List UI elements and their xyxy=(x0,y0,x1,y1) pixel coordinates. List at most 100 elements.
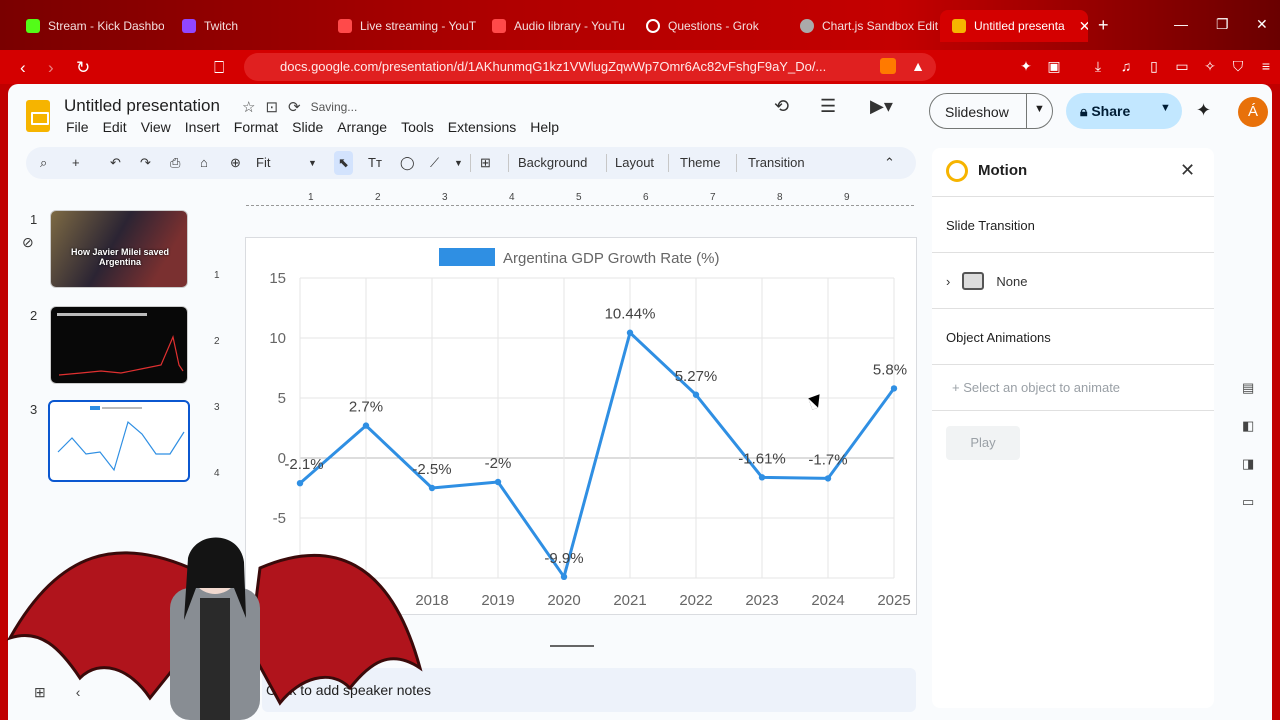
notes-resize-handle[interactable] xyxy=(550,645,594,647)
menu-format[interactable]: Format xyxy=(234,119,278,135)
share-dropdown-icon[interactable]: ▼ xyxy=(1160,102,1171,114)
youtube-icon xyxy=(338,19,352,33)
forward-icon[interactable]: › xyxy=(48,58,54,78)
ruler-tick: 3 xyxy=(214,402,220,413)
play-button[interactable]: Play xyxy=(946,426,1020,460)
tab-youtube-live[interactable]: Live streaming - YouT xyxy=(326,10,476,42)
avatar[interactable]: Á xyxy=(1238,97,1268,127)
tab-twitch[interactable]: Twitch xyxy=(170,10,320,42)
data-label: -1.61% xyxy=(738,450,786,467)
slide-thumbnail-1[interactable]: How Javier Milei saved Argentina xyxy=(50,210,188,288)
version-history-icon[interactable]: ⟲ xyxy=(774,96,789,117)
add-animation-button[interactable]: + Select an object to animate xyxy=(952,380,1120,395)
text-box-icon[interactable]: Tт xyxy=(368,155,382,170)
menu-help[interactable]: Help xyxy=(530,119,559,135)
undo-icon[interactable]: ↶ xyxy=(110,155,121,171)
vpn-icon[interactable]: ⛉ xyxy=(1230,58,1246,74)
menu-tools[interactable]: Tools xyxy=(401,119,434,135)
move-folder-icon[interactable]: ⊡ xyxy=(265,98,278,116)
link-icon: ⊘ xyxy=(22,234,34,250)
brave-shield-icon[interactable] xyxy=(880,58,896,74)
slides-logo-icon[interactable] xyxy=(26,100,50,132)
rewards-icon[interactable]: ▲ xyxy=(910,58,926,74)
background-button[interactable]: Background xyxy=(518,155,587,170)
back-icon[interactable]: ‹ xyxy=(20,58,26,78)
search-menus-icon[interactable]: ⌕ xyxy=(40,155,47,171)
select-tool-icon[interactable]: ⬉ xyxy=(334,151,353,175)
collapse-toolbar-icon[interactable]: ⌃ xyxy=(884,155,895,171)
layout-button[interactable]: Layout xyxy=(615,155,654,170)
data-label: -2.5% xyxy=(412,461,451,478)
paint-format-icon[interactable]: ⌂ xyxy=(200,155,208,170)
menu-slide[interactable]: Slide xyxy=(292,119,323,135)
menu-edit[interactable]: Edit xyxy=(103,119,127,135)
ruler-tick: 5 xyxy=(576,192,582,203)
tab-label: Stream - Kick Dashbo xyxy=(48,19,164,33)
restore-icon[interactable]: ❐ xyxy=(1216,16,1229,33)
zoom-dropdown-icon[interactable]: ▼ xyxy=(308,158,317,168)
line-dropdown-icon[interactable]: ▼ xyxy=(454,158,463,168)
zoom-select[interactable]: Fit xyxy=(256,155,270,170)
tab-label: Live streaming - YouT xyxy=(360,19,476,33)
menu-arrange[interactable]: Arrange xyxy=(337,119,387,135)
add-animation-label: Select an object to animate xyxy=(963,380,1121,395)
download-icon[interactable]: ⤓ xyxy=(1090,58,1106,74)
tab-chartjs[interactable]: Chart.js Sandbox Edit xyxy=(788,10,938,42)
redo-icon[interactable]: ↷ xyxy=(140,155,151,171)
keep-icon[interactable]: ▤ xyxy=(1242,380,1254,396)
zoom-icon[interactable]: ⊕ xyxy=(230,155,241,171)
extensions-icon[interactable]: ✦ xyxy=(1018,58,1034,74)
menu-insert[interactable]: Insert xyxy=(185,119,220,135)
menu-extensions[interactable]: Extensions xyxy=(448,119,516,135)
tab-label: Audio library - YouTu xyxy=(514,19,625,33)
shape-icon[interactable]: ◯ xyxy=(400,155,415,171)
transition-button[interactable]: Transition xyxy=(748,155,805,170)
minimize-icon[interactable]: — xyxy=(1174,16,1188,32)
ruler-tick: 9 xyxy=(844,192,850,203)
leo-icon[interactable]: ✧ xyxy=(1202,58,1218,74)
expand-chevron-icon[interactable]: › xyxy=(946,274,950,289)
url-field[interactable]: docs.google.com/presentation/d/1AKhunmqG… xyxy=(244,53,936,81)
gemini-icon[interactable]: ✦ xyxy=(1196,100,1211,121)
divider xyxy=(1026,94,1027,128)
meet-icon[interactable]: ▶▾ xyxy=(870,96,893,117)
menu-view[interactable]: View xyxy=(141,119,171,135)
thumbnail-3-chart xyxy=(57,406,185,472)
bookmark-icon[interactable]: ⎕ xyxy=(214,58,224,78)
reload-icon[interactable]: ↻ xyxy=(76,58,90,78)
close-window-icon[interactable]: ✕ xyxy=(1256,16,1268,33)
menu-file[interactable]: File xyxy=(66,119,89,135)
star-icon[interactable]: ☆ xyxy=(242,98,255,116)
slideshow-button[interactable]: Slideshow ▼ xyxy=(929,93,1053,129)
line-icon[interactable]: ⟋ xyxy=(430,155,439,171)
new-tab-button[interactable]: + xyxy=(1098,15,1109,36)
screenshot-icon[interactable]: ▣ xyxy=(1046,58,1062,74)
menu-icon[interactable]: ≡ xyxy=(1258,58,1274,74)
document-title[interactable]: Untitled presentation xyxy=(64,96,220,116)
drive-folder-icon[interactable]: ▭ xyxy=(1242,494,1254,510)
print-icon[interactable]: ⎙ xyxy=(170,155,180,171)
close-panel-icon[interactable]: ✕ xyxy=(1180,160,1195,181)
vtuber-avatar-overlay xyxy=(6,537,423,720)
tab-kick[interactable]: Stream - Kick Dashbo xyxy=(14,10,164,42)
close-tab-icon[interactable]: ✕ xyxy=(1079,18,1088,35)
contacts-icon[interactable]: ◨ xyxy=(1242,456,1254,472)
transition-select[interactable]: › None xyxy=(946,272,1027,290)
new-slide-icon[interactable]: + xyxy=(72,155,80,170)
x-tick-label: 2022 xyxy=(679,592,712,609)
share-button[interactable]: 🔒︎ Share ▼ xyxy=(1066,93,1182,129)
sidebar-icon[interactable]: ▯ xyxy=(1146,58,1162,74)
x-tick-label: 2023 xyxy=(745,592,778,609)
slide-thumbnail-3-selected[interactable] xyxy=(48,400,190,482)
music-icon[interactable]: ♫ xyxy=(1118,58,1134,74)
wallet-icon[interactable]: ▭ xyxy=(1174,58,1190,74)
slide-thumbnail-2[interactable] xyxy=(50,306,188,384)
tab-grok[interactable]: Questions - Grok xyxy=(634,10,784,42)
tasks-icon[interactable]: ◧ xyxy=(1242,418,1254,434)
comment-add-icon[interactable]: ⊞ xyxy=(480,155,491,171)
tab-audio-library[interactable]: Audio library - YouTu xyxy=(480,10,630,42)
tab-slides-active[interactable]: Untitled presenta ✕ xyxy=(940,10,1088,42)
slideshow-dropdown-icon[interactable]: ▼ xyxy=(1034,103,1045,115)
comments-icon[interactable]: ☰ xyxy=(820,96,836,117)
theme-button[interactable]: Theme xyxy=(680,155,720,170)
